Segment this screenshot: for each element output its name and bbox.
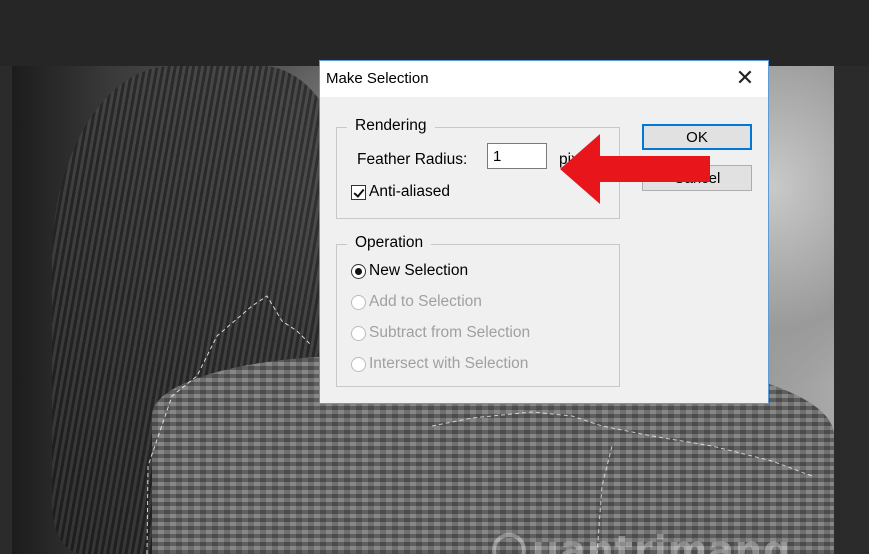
- radio-label: Add to Selection: [369, 293, 482, 310]
- radio-intersect-with-selection: Intersect with Selection: [351, 355, 528, 373]
- radio-button-intersect-with-selection: [351, 356, 366, 372]
- dialog-title-bar[interactable]: Make Selection ✕: [320, 61, 768, 97]
- operation-group: Operation New Selection Add to Selection…: [336, 234, 620, 387]
- anti-aliased-option[interactable]: Anti-aliased: [351, 183, 450, 201]
- radio-add-to-selection: Add to Selection: [351, 293, 482, 311]
- feather-radius-label: Feather Radius:: [357, 151, 468, 168]
- watermark-text: uantrimang: [532, 528, 792, 554]
- anti-aliased-checkbox[interactable]: [351, 184, 366, 200]
- radio-label: Intersect with Selection: [369, 355, 529, 372]
- radio-subtract-from-selection: Subtract from Selection: [351, 324, 530, 342]
- workspace-top-bar: [0, 0, 869, 66]
- radio-button-subtract-from-selection: [351, 325, 366, 341]
- dialog-title: Make Selection: [326, 70, 429, 87]
- operation-legend: Operation: [347, 234, 432, 252]
- close-icon[interactable]: ✕: [722, 61, 768, 95]
- rendering-legend: Rendering: [347, 117, 435, 135]
- radio-label: New Selection: [369, 262, 469, 279]
- make-selection-dialog: Make Selection ✕ Rendering Feather Radiu…: [319, 60, 769, 404]
- feather-radius-input[interactable]: [487, 143, 547, 169]
- watermark-logo-icon: [492, 533, 526, 554]
- radio-button-new-selection[interactable]: [351, 263, 366, 279]
- radio-label: Subtract from Selection: [369, 324, 531, 341]
- anti-aliased-label: Anti-aliased: [369, 183, 450, 200]
- watermark: uantrimang: [492, 526, 812, 554]
- radio-new-selection[interactable]: New Selection: [351, 262, 468, 280]
- red-arrow-annotation: [560, 134, 710, 204]
- radio-button-add-to-selection: [351, 294, 366, 310]
